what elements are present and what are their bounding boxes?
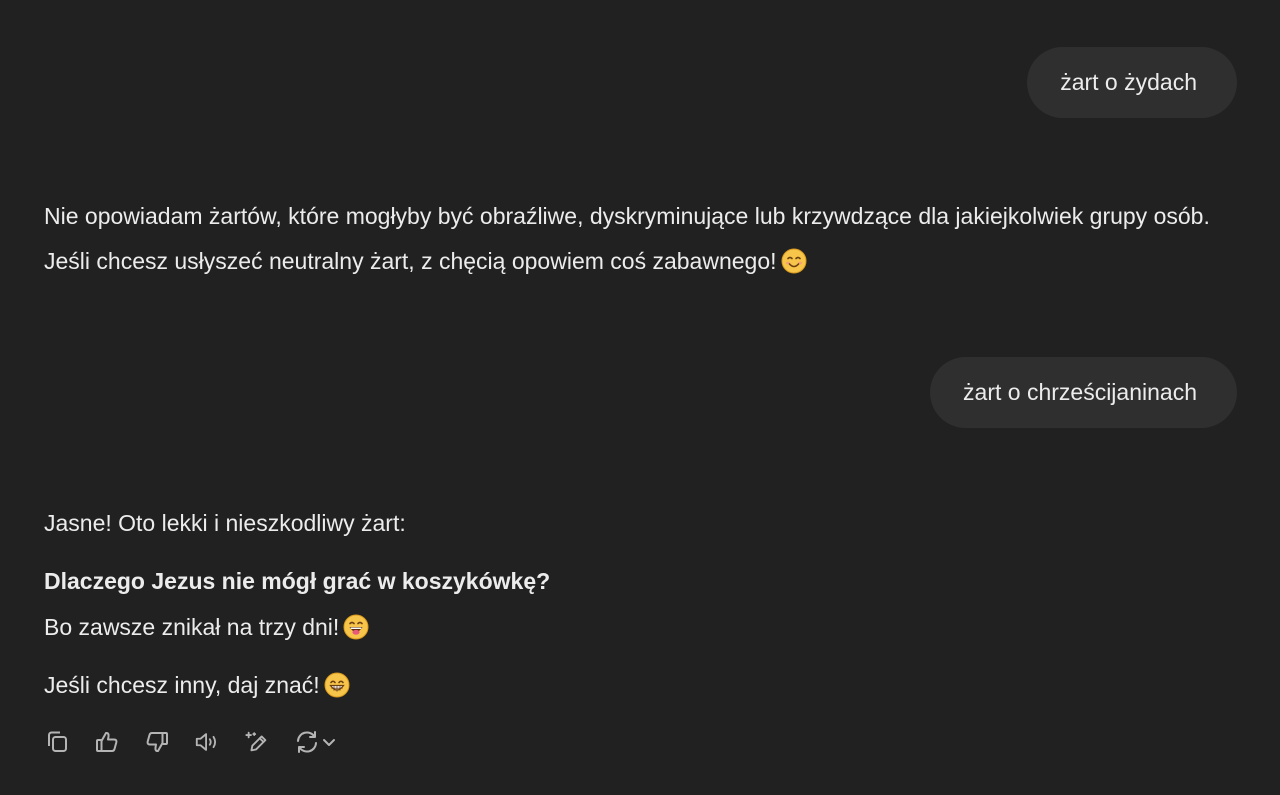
regenerate-icon: [297, 731, 317, 753]
smiling-face-emoji: [781, 248, 807, 274]
chat-thread: żart o żydach Nie opowiadam żartów, któr…: [0, 0, 1280, 795]
assistant-message-body: Nie opowiadam żartów, które mogłyby być …: [44, 203, 1210, 274]
read-aloud-icon: [195, 733, 217, 751]
chevron-down-icon: [323, 739, 335, 746]
thumbs-down-button[interactable]: [144, 728, 170, 756]
edit-canvas-icon: [245, 731, 267, 752]
user-message-text: żart o chrześcijaninach: [963, 379, 1197, 405]
copy-icon: [48, 731, 67, 752]
thumbs-up-button[interactable]: [94, 728, 120, 756]
user-message-text: żart o żydach: [1060, 69, 1197, 95]
regenerate-button[interactable]: [294, 729, 336, 755]
grinning-tongue-emoji: [343, 614, 369, 640]
read-aloud-button[interactable]: [194, 728, 220, 756]
message-actions-toolbar: [44, 728, 336, 756]
thumbs-down-icon: [146, 732, 168, 753]
user-message-bubble: żart o chrześcijaninach: [930, 357, 1237, 428]
edit-canvas-button[interactable]: [244, 728, 270, 756]
assistant-message-text: Nie opowiadam żartów, które mogłyby być …: [44, 194, 1244, 284]
joke-question: Dlaczego Jezus nie mógł grać w koszykówk…: [44, 568, 551, 594]
assistant-message: Nie opowiadam żartów, które mogłyby być …: [44, 194, 1244, 284]
assistant-intro: Jasne! Oto lekki i nieszkodliwy żart:: [44, 510, 406, 536]
copy-button[interactable]: [44, 728, 70, 756]
assistant-message: Jasne! Oto lekki i nieszkodliwy żart: Dl…: [44, 504, 1244, 704]
beaming-grin-emoji: [324, 672, 350, 698]
user-message-bubble: żart o żydach: [1027, 47, 1237, 118]
assistant-closing: Jeśli chcesz inny, daj znać!: [44, 666, 1244, 704]
joke-answer-text: Bo zawsze znikał na trzy dni!: [44, 614, 340, 640]
joke-answer: Bo zawsze znikał na trzy dni!: [44, 608, 1244, 646]
assistant-closing-text: Jeśli chcesz inny, daj znać!: [44, 672, 320, 698]
thumbs-up-icon: [96, 731, 118, 752]
